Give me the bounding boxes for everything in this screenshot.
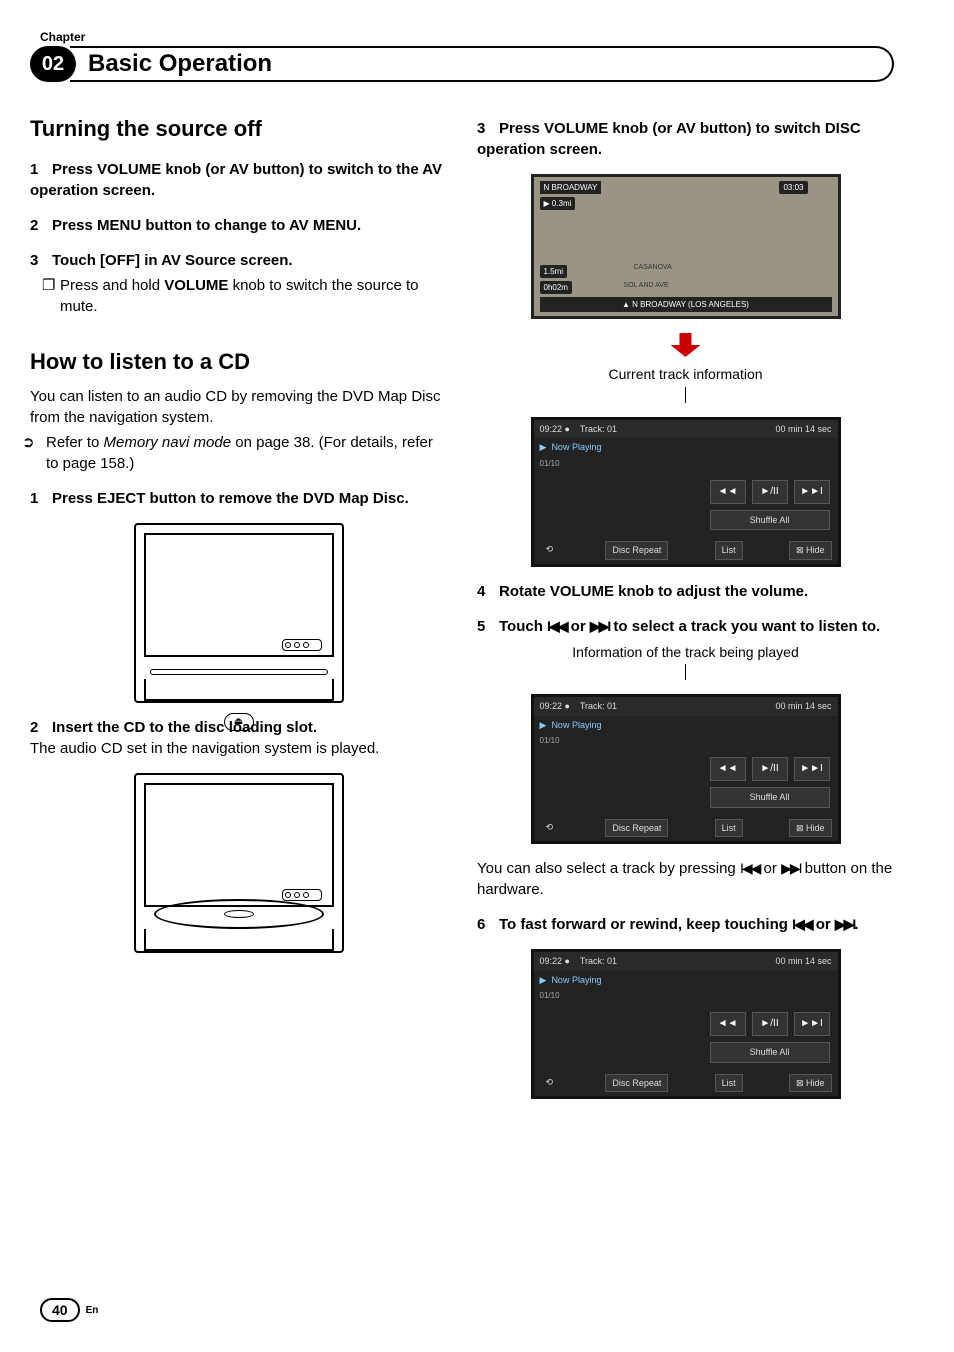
figure-insert-disc <box>30 773 447 953</box>
track-count: 01/10 <box>534 457 838 470</box>
page-number: 40 En <box>40 1298 98 1322</box>
listen-ref: Refer to Memory navi mode on page 38. (F… <box>30 432 447 474</box>
pointer-line <box>685 387 686 403</box>
repeat-button[interactable]: Disc Repeat <box>605 1074 668 1093</box>
map-dist1: ▶ 0.3mi <box>540 197 576 210</box>
next-icon: ▶▶I <box>590 618 609 634</box>
play-pause-button[interactable]: ►/II <box>752 480 788 504</box>
after-step5-note: You can also select a track by pressing … <box>477 858 894 900</box>
eject-icon: ⏏ <box>224 713 254 731</box>
prev-icon: I◀◀ <box>792 916 811 932</box>
chapter-label: Chapter <box>40 30 894 44</box>
caption-current-track: Current track information <box>477 365 894 385</box>
play-pause-button[interactable]: ►/II <box>752 1012 788 1036</box>
repeat-button[interactable]: Disc Repeat <box>605 819 668 838</box>
step-1-listen: 1Press EJECT button to remove the DVD Ma… <box>30 488 447 509</box>
step-2-turning: 2Press MENU button to change to AV MENU. <box>30 215 447 236</box>
list-button[interactable]: List <box>715 819 743 838</box>
figure-player-2: 09:22 ● Track: 0100 min 14 sec ▶ Now Pla… <box>477 694 894 844</box>
next-button[interactable]: ►►I <box>794 1012 830 1036</box>
heading-listen-cd: How to listen to a CD <box>30 347 447 378</box>
step-5-right: 5Touch I◀◀ or ▶▶I to select a track you … <box>477 616 894 637</box>
chapter-number-badge: 02 <box>30 46 76 82</box>
prev-button[interactable]: ◄◄ <box>710 1012 746 1036</box>
hide-button[interactable]: ⊠ Hide <box>789 541 832 560</box>
step-3-right: 3Press VOLUME knob (or AV button) to swi… <box>477 118 894 160</box>
heading-turning-off: Turning the source off <box>30 114 447 145</box>
step-3-turning: 3Touch [OFF] in AV Source screen. <box>30 250 447 271</box>
shuffle-button[interactable]: Shuffle All <box>710 1042 830 1063</box>
prev-button[interactable]: ◄◄ <box>710 757 746 781</box>
prev-icon: I◀◀ <box>547 618 566 634</box>
map-top-road: N BROADWAY <box>540 181 602 194</box>
hide-button[interactable]: ⊠ Hide <box>789 1074 832 1093</box>
prev-icon: I◀◀ <box>740 860 759 876</box>
hide-button[interactable]: ⊠ Hide <box>789 819 832 838</box>
map-time: 03:03 <box>779 181 807 194</box>
now-playing-label: ▶ Now Playing <box>534 438 838 457</box>
play-pause-button[interactable]: ►/II <box>752 757 788 781</box>
map-bottom-road: ▲ N BROADWAY (LOS ANGELES) <box>540 297 832 312</box>
shuffle-button[interactable]: Shuffle All <box>710 787 830 808</box>
prev-button[interactable]: ◄◄ <box>710 480 746 504</box>
list-button[interactable]: List <box>715 1074 743 1093</box>
shuffle-button[interactable]: Shuffle All <box>710 510 830 531</box>
step-1-turning: 1Press VOLUME knob (or AV button) to swi… <box>30 159 447 201</box>
figure-player-1: 09:22 ● Track: 0100 min 14 sec ▶ Now Pla… <box>477 417 894 567</box>
figure-map-screen: N BROADWAY 03:03 ▶ 0.3mi 1.5mi 0h02m CAS… <box>477 174 894 319</box>
pointer-line-2 <box>685 664 686 680</box>
listen-intro: You can listen to an audio CD by removin… <box>30 386 447 428</box>
step-3-note: Press and hold VOLUME knob to switch the… <box>30 275 447 317</box>
down-arrow-icon <box>671 333 701 357</box>
next-icon: ▶▶I <box>835 916 854 932</box>
figure-player-3: 09:22 ● Track: 0100 min 14 sec ▶ Now Pla… <box>477 949 894 1099</box>
chapter-title: Basic Operation <box>88 50 272 78</box>
repeat-button[interactable]: Disc Repeat <box>605 541 668 560</box>
map-dist2: 1.5mi <box>540 265 568 278</box>
figure-eject-unit: ⏏ <box>30 523 447 703</box>
next-icon: ▶▶I <box>781 860 800 876</box>
step-2-follow: The audio CD set in the navigation syste… <box>30 738 447 759</box>
map-eta: 0h02m <box>540 281 572 294</box>
next-button[interactable]: ►►I <box>794 757 830 781</box>
list-button[interactable]: List <box>715 541 743 560</box>
caption-track-info: Information of the track being played <box>477 643 894 663</box>
next-button[interactable]: ►►I <box>794 480 830 504</box>
step-4-right: 4Rotate VOLUME knob to adjust the volume… <box>477 581 894 602</box>
step-6-right: 6To fast forward or rewind, keep touchin… <box>477 914 894 935</box>
